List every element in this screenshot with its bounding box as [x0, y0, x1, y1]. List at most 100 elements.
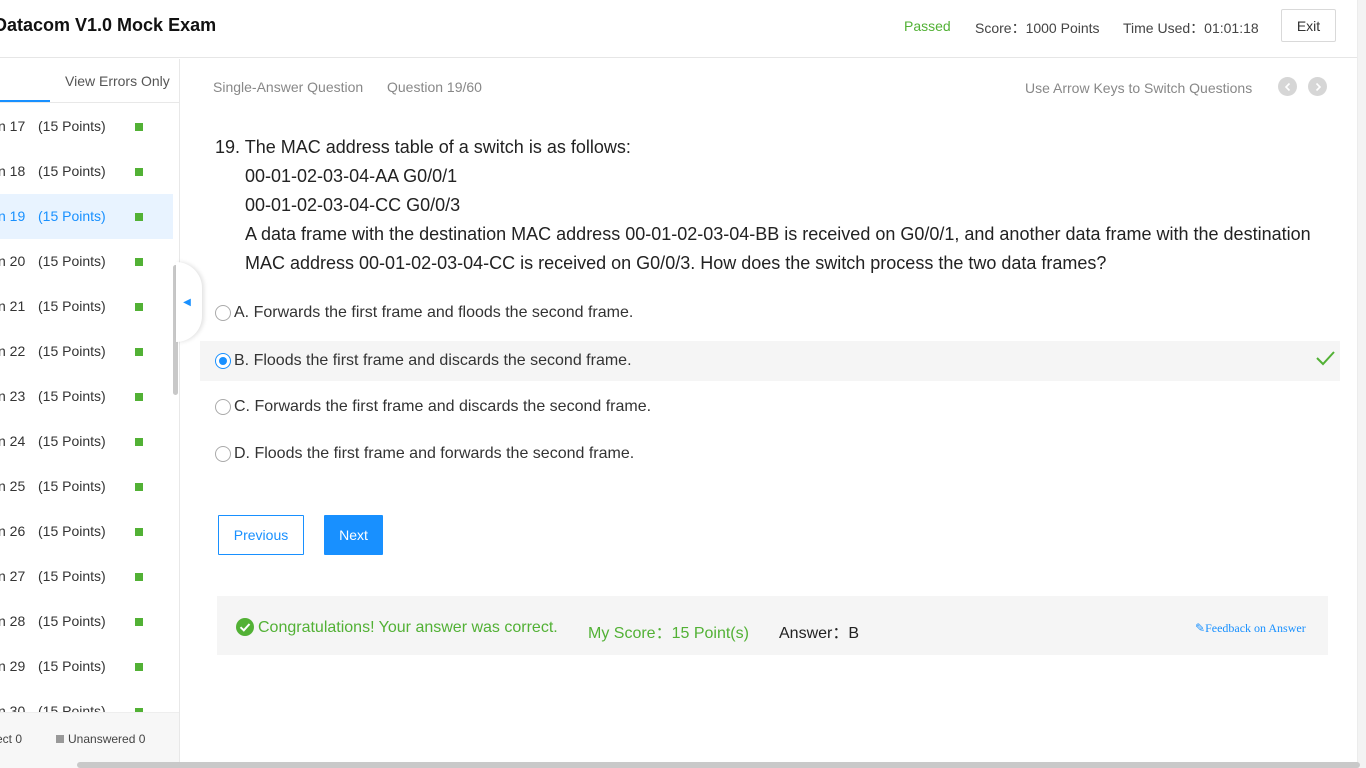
previous-question-button[interactable]: [1278, 77, 1297, 96]
sidebar-question-points: (15 Points): [38, 388, 106, 404]
sidebar-footer: ect 0 Unanswered 0: [0, 712, 179, 768]
option-a-label: A. Forwards the first frame and floods t…: [234, 304, 634, 321]
sidebar-question-number: n 25: [0, 478, 26, 494]
option-c[interactable]: C. Forwards the first frame and discards…: [200, 387, 1340, 427]
sidebar-question-points: (15 Points): [38, 523, 106, 539]
collapse-sidebar-button[interactable]: ◀: [176, 262, 202, 342]
previous-button[interactable]: Previous: [218, 515, 304, 555]
sidebar-question-item[interactable]: n 21 (15 Points): [0, 284, 173, 329]
caret-left-icon: ◀: [183, 296, 191, 308]
answered-square-icon: [135, 168, 143, 176]
question-sidebar: View Errors Only n 17 (15 Points) n 18 (15 …: [0, 59, 180, 768]
sidebar-question-points: (15 Points): [38, 568, 106, 584]
mac-entry-2: 00-01-02-03-04-CC G0/0/3: [245, 195, 461, 215]
option-c-radio[interactable]: [215, 399, 231, 415]
sidebar-question-number: n 28: [0, 613, 26, 629]
answered-square-icon: [135, 483, 143, 491]
sidebar-question-item[interactable]: n 29 (15 Points): [0, 644, 173, 689]
sidebar-question-number: n 17: [0, 118, 26, 134]
sidebar-question-item[interactable]: n 22 (15 Points): [0, 329, 173, 374]
sidebar-question-points: (15 Points): [38, 343, 106, 359]
answered-square-icon: [135, 438, 143, 446]
checkmark-icon: [1316, 351, 1335, 366]
question-body: A data frame with the destination MAC ad…: [245, 224, 1311, 273]
sidebar-question-number: n 19: [0, 208, 26, 224]
sidebar-question-item[interactable]: n 17 (15 Points): [0, 104, 173, 149]
unanswered-legend: Unanswered 0: [56, 732, 145, 746]
answered-square-icon: [135, 303, 143, 311]
sidebar-question-points: (15 Points): [38, 298, 106, 314]
answered-square-icon: [135, 573, 143, 581]
top-header: Datacom V1.0 Mock Exam Passed Score：1000…: [0, 0, 1366, 58]
answered-square-icon: [135, 618, 143, 626]
sidebar-question-item[interactable]: n 26 (15 Points): [0, 509, 173, 554]
option-d[interactable]: D. Floods the first frame and forwards t…: [200, 434, 1340, 474]
sidebar-question-points: (15 Points): [38, 433, 106, 449]
correct-count: ect 0: [0, 732, 23, 746]
mac-entry-1: 00-01-02-03-04-AA G0/0/1: [245, 166, 458, 186]
question-title: 19. The MAC address table of a switch is…: [215, 137, 631, 157]
vertical-scrollbar[interactable]: [1357, 0, 1366, 768]
arrow-keys-hint: Use Arrow Keys to Switch Questions: [1025, 80, 1253, 96]
sidebar-question-item[interactable]: n 28 (15 Points): [0, 599, 173, 644]
sidebar-question-number: n 18: [0, 163, 26, 179]
next-button[interactable]: Next: [324, 515, 383, 555]
sidebar-question-item[interactable]: n 23 (15 Points): [0, 374, 173, 419]
sidebar-question-item[interactable]: n 19 (15 Points): [0, 194, 173, 239]
unanswered-count: Unanswered 0: [68, 732, 146, 746]
answered-square-icon: [135, 393, 143, 401]
my-score: My Score：15 Point(s): [588, 625, 749, 642]
option-d-radio[interactable]: [215, 446, 231, 462]
answered-square-icon: [135, 213, 143, 221]
sidebar-tabs: View Errors Only: [0, 59, 179, 103]
sidebar-question-number: n 23: [0, 388, 26, 404]
sidebar-question-number: n 26: [0, 523, 26, 539]
unanswered-square-icon: [56, 735, 64, 743]
option-d-label: D. Floods the first frame and forwards t…: [234, 445, 635, 462]
sidebar-question-item[interactable]: n 27 (15 Points): [0, 554, 173, 599]
question-list: n 17 (15 Points) n 18 (15 Points) n 19 (15 Po…: [0, 104, 173, 734]
total-score: Score：1000 Points: [975, 20, 1100, 36]
tab-all-active-indicator[interactable]: [0, 100, 50, 102]
sidebar-question-points: (15 Points): [38, 208, 106, 224]
time-used: Time Used：01:01:18: [1123, 20, 1259, 36]
option-a[interactable]: A. Forwards the first frame and floods t…: [200, 293, 1340, 333]
answered-square-icon: [135, 348, 143, 356]
sidebar-question-number: n 29: [0, 658, 26, 674]
correct-answer: Answer：B: [779, 625, 860, 642]
sidebar-question-number: n 22: [0, 343, 26, 359]
question-number: Question 19/60: [387, 79, 482, 95]
question-type: Single-Answer Question: [213, 79, 364, 95]
edit-icon: ✎: [1195, 621, 1206, 635]
sidebar-question-points: (15 Points): [38, 163, 106, 179]
option-a-radio[interactable]: [215, 305, 231, 321]
sidebar-question-points: (15 Points): [38, 253, 106, 269]
sidebar-question-item[interactable]: n 25 (15 Points): [0, 464, 173, 509]
chevron-left-icon: [1284, 82, 1290, 91]
answered-square-icon: [135, 528, 143, 536]
tab-view-errors-only[interactable]: View Errors Only: [65, 73, 170, 89]
answered-square-icon: [135, 123, 143, 131]
sidebar-question-number: n 27: [0, 568, 26, 584]
sidebar-question-item[interactable]: n 18 (15 Points): [0, 149, 173, 194]
sidebar-question-number: n 20: [0, 253, 26, 269]
sidebar-question-item[interactable]: n 24 (15 Points): [0, 419, 173, 464]
sidebar-question-item[interactable]: n 20 (15 Points): [0, 239, 173, 284]
answer-result-bar: Congratulations! Your answer was correct…: [217, 596, 1328, 655]
next-question-button[interactable]: [1308, 77, 1327, 96]
option-b[interactable]: B. Floods the first frame and discards t…: [200, 341, 1340, 381]
question-text: 19. The MAC address table of a switch is…: [215, 133, 1325, 278]
exam-status: Passed: [904, 18, 951, 34]
answered-square-icon: [135, 258, 143, 266]
option-b-radio[interactable]: [215, 353, 231, 369]
chevron-right-icon: [1315, 82, 1321, 91]
feedback-link[interactable]: ✎Feedback on Answer: [1195, 621, 1306, 636]
result-message: Congratulations! Your answer was correct…: [258, 619, 558, 636]
exit-button[interactable]: Exit: [1281, 9, 1336, 42]
option-b-label: B. Floods the first frame and discards t…: [234, 352, 632, 369]
sidebar-question-points: (15 Points): [38, 613, 106, 629]
answered-square-icon: [135, 663, 143, 671]
sidebar-question-number: n 21: [0, 298, 26, 314]
horizontal-scrollbar[interactable]: [77, 762, 1360, 768]
sidebar-question-points: (15 Points): [38, 478, 106, 494]
